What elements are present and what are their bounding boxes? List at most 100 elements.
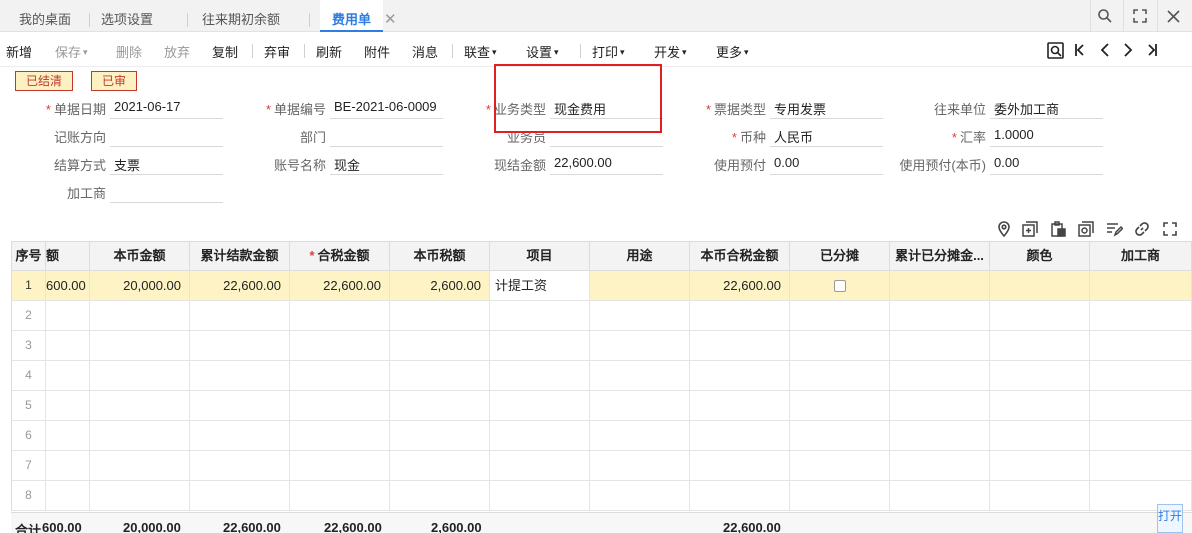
- grid-cell[interactable]: [590, 421, 690, 451]
- grid-cell[interactable]: [890, 421, 990, 451]
- grid-cell[interactable]: [190, 481, 290, 511]
- grid-cell[interactable]: [990, 391, 1090, 421]
- grid-cell[interactable]: [890, 481, 990, 511]
- currency-field[interactable]: 人民币: [770, 127, 883, 147]
- grid-cell[interactable]: [46, 391, 90, 421]
- grid-cell[interactable]: [490, 331, 590, 361]
- cell-color[interactable]: [990, 271, 1090, 301]
- add-row-icon[interactable]: [1021, 220, 1039, 238]
- col-header-local-amount[interactable]: 本币金额: [90, 241, 190, 271]
- prev-record-icon[interactable]: [1095, 40, 1115, 60]
- grid-cell[interactable]: [390, 331, 490, 361]
- prepay-local-field[interactable]: 0.00: [990, 155, 1103, 175]
- col-header-index[interactable]: 序号: [11, 241, 46, 271]
- col-header-color[interactable]: 颜色: [990, 241, 1090, 271]
- next-record-icon[interactable]: [1118, 40, 1138, 60]
- row-index[interactable]: 2: [11, 301, 46, 331]
- bill-no-field[interactable]: BE-2021-06-0009: [330, 99, 443, 119]
- grid-cell[interactable]: [46, 451, 90, 481]
- grid-cell[interactable]: [46, 421, 90, 451]
- grid-cell[interactable]: [690, 481, 790, 511]
- grid-cell[interactable]: [790, 391, 890, 421]
- grid-cell[interactable]: [790, 481, 890, 511]
- grid-cell[interactable]: [390, 481, 490, 511]
- prepay-field[interactable]: 0.00: [770, 155, 883, 175]
- grid-cell[interactable]: [990, 331, 1090, 361]
- grid-cell[interactable]: [790, 301, 890, 331]
- grid-cell[interactable]: [190, 361, 290, 391]
- grid-cell[interactable]: [590, 301, 690, 331]
- print-button[interactable]: 打印 ▾: [592, 42, 625, 61]
- grid-cell[interactable]: [1090, 421, 1192, 451]
- col-header-use[interactable]: 用途: [590, 241, 690, 271]
- grid-cell[interactable]: [290, 451, 390, 481]
- cell-cum-apportioned[interactable]: [890, 271, 990, 301]
- cell-use[interactable]: [590, 271, 690, 301]
- tab-expense-bill[interactable]: 费用单: [320, 0, 384, 32]
- refresh-button[interactable]: 刷新: [316, 42, 342, 61]
- copy-row-icon[interactable]: [1077, 220, 1095, 238]
- grid-cell[interactable]: [290, 301, 390, 331]
- col-header-apportioned[interactable]: 已分摊: [790, 241, 890, 271]
- grid-cell[interactable]: [90, 481, 190, 511]
- grid-cell[interactable]: [690, 361, 790, 391]
- grid-cell[interactable]: [590, 331, 690, 361]
- grid-cell[interactable]: [390, 421, 490, 451]
- grid-cell[interactable]: [190, 451, 290, 481]
- grid-cell[interactable]: [46, 331, 90, 361]
- grid-cell[interactable]: [490, 451, 590, 481]
- grid-cell[interactable]: [790, 421, 890, 451]
- grid-cell[interactable]: [1090, 361, 1192, 391]
- grid-cell[interactable]: [190, 301, 290, 331]
- close-icon[interactable]: [1163, 6, 1183, 26]
- cell-processor[interactable]: [1090, 271, 1192, 301]
- more-button[interactable]: 更多 ▾: [716, 42, 749, 61]
- edit-list-icon[interactable]: [1105, 220, 1123, 238]
- grid-cell[interactable]: [90, 391, 190, 421]
- link-icon[interactable]: [1133, 220, 1151, 238]
- copy-button[interactable]: 复制: [212, 42, 238, 61]
- receipt-type-field[interactable]: 专用发票: [770, 99, 883, 119]
- grid-cell[interactable]: [490, 391, 590, 421]
- cell-local-amount[interactable]: 20,000.00: [90, 271, 190, 301]
- cash-amount-field[interactable]: 22,600.00: [550, 155, 663, 175]
- col-header-amount[interactable]: 额: [46, 241, 90, 271]
- grid-cell[interactable]: [690, 451, 790, 481]
- grid-cell[interactable]: [290, 331, 390, 361]
- grid-cell[interactable]: [190, 391, 290, 421]
- col-header-cum-apportioned[interactable]: 累计已分摊金...: [890, 241, 990, 271]
- grid-cell[interactable]: [1090, 331, 1192, 361]
- col-header-processor[interactable]: 加工商: [1090, 241, 1192, 271]
- col-header-local-tax-incl[interactable]: 本币合税金额: [690, 241, 790, 271]
- direction-field[interactable]: [110, 127, 223, 147]
- grid-cell[interactable]: [790, 361, 890, 391]
- grid-cell[interactable]: [90, 301, 190, 331]
- col-header-local-tax[interactable]: 本币税额: [390, 241, 490, 271]
- grid-cell[interactable]: [890, 331, 990, 361]
- grid-cell[interactable]: [90, 421, 190, 451]
- settlement-method-field[interactable]: 支票: [110, 155, 223, 175]
- delete-button[interactable]: 删除: [116, 42, 142, 61]
- processor-field[interactable]: [110, 183, 223, 203]
- last-record-icon[interactable]: [1142, 40, 1162, 60]
- date-field[interactable]: 2021-06-17: [110, 99, 223, 119]
- grid-cell[interactable]: [890, 361, 990, 391]
- grid-cell[interactable]: [90, 451, 190, 481]
- grid-cell[interactable]: [490, 481, 590, 511]
- row-index[interactable]: 7: [11, 451, 46, 481]
- row-index[interactable]: 4: [11, 361, 46, 391]
- grid-cell[interactable]: [390, 451, 490, 481]
- grid-cell[interactable]: [290, 421, 390, 451]
- cell-local-tax[interactable]: 2,600.00: [390, 271, 490, 301]
- cell-settled[interactable]: 22,600.00: [190, 271, 290, 301]
- develop-button[interactable]: 开发 ▾: [654, 42, 687, 61]
- attachment-button[interactable]: 附件: [364, 42, 390, 61]
- grid-cell[interactable]: [590, 481, 690, 511]
- grid-cell[interactable]: [990, 421, 1090, 451]
- grid-cell[interactable]: [790, 331, 890, 361]
- grid-cell[interactable]: [590, 361, 690, 391]
- cell-apportioned[interactable]: [790, 271, 890, 301]
- col-header-tax-incl[interactable]: * 合税金额: [290, 241, 390, 271]
- grid-cell[interactable]: [690, 391, 790, 421]
- unaudit-button[interactable]: 弃审: [264, 42, 290, 61]
